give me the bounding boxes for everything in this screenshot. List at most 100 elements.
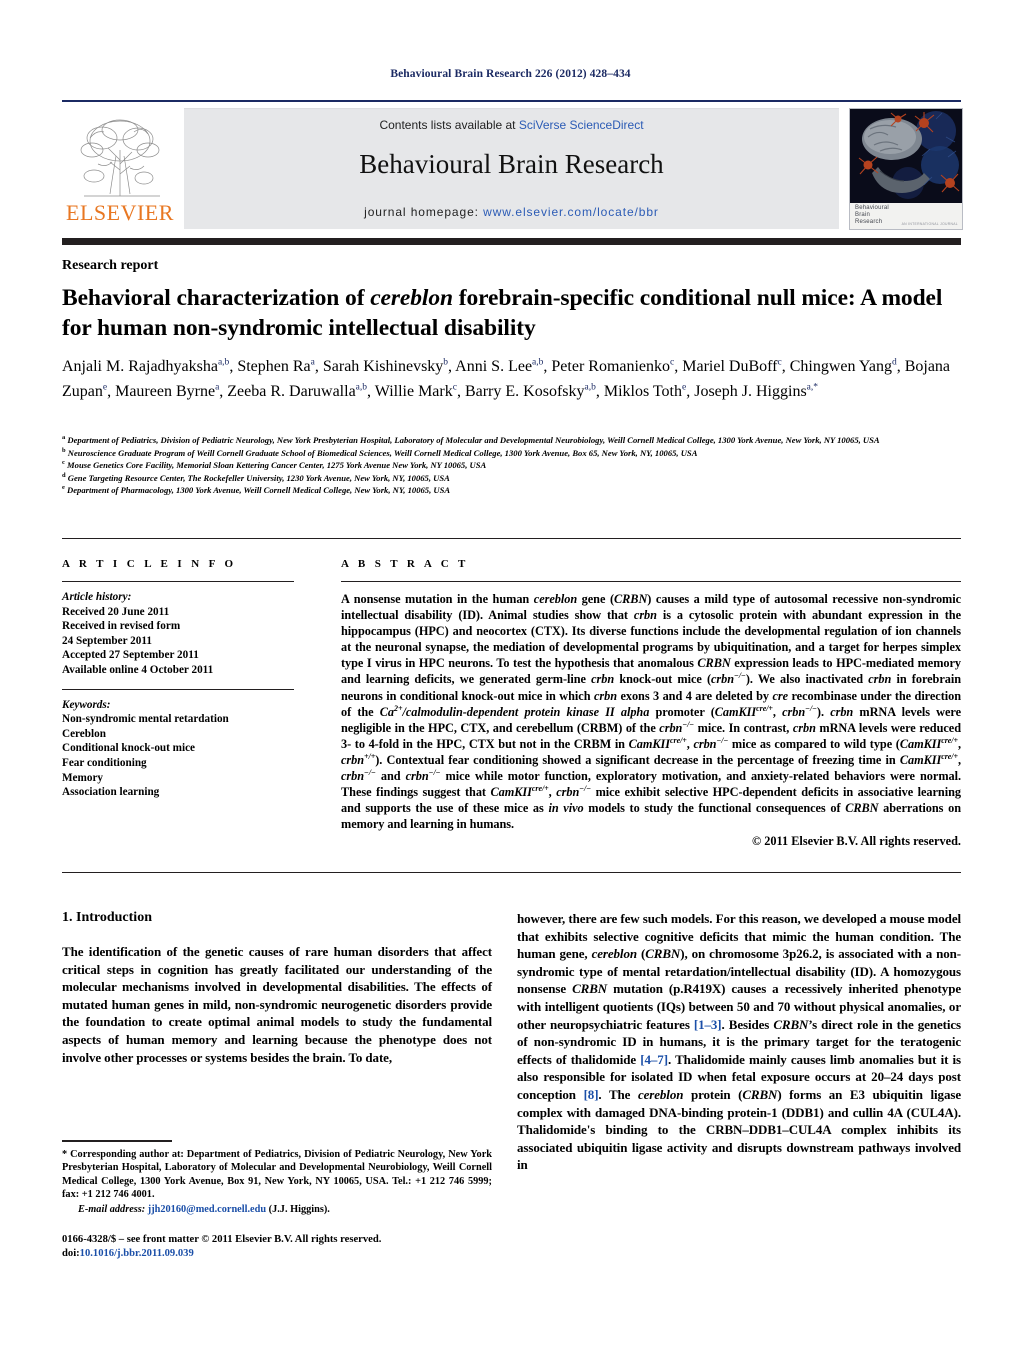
journal-cover-thumbnail: Behavioural Brain Research AN INTERNATIO… (849, 108, 963, 230)
doi-value[interactable]: 10.1016/j.bbr.2011.09.039 (80, 1248, 194, 1259)
doi-line: doi:10.1016/j.bbr.2011.09.039 (62, 1247, 502, 1261)
affiliation-list: a Department of Pediatrics, Division of … (62, 434, 952, 497)
affiliation-item: c Mouse Genetics Core Facility, Memorial… (62, 459, 487, 471)
affiliation-marker: a (62, 434, 66, 442)
author-affiliation-marker: a,b (532, 357, 544, 368)
article-info-divider (62, 581, 294, 582)
author-affiliation-marker: a,* (806, 382, 819, 393)
journal-banner: Contents lists available at SciVerse Sci… (184, 108, 839, 229)
abstract-text: A nonsense mutation in the human cereblo… (341, 592, 962, 832)
author-affiliation-marker: b (443, 357, 449, 368)
article-info-heading: A R T I C L E I N F O (62, 558, 237, 570)
affiliation-item: b Neuroscience Graduate Program of Weill… (62, 446, 698, 458)
homepage-label: journal homepage: (364, 205, 484, 219)
author-affiliation-marker: a,b (217, 357, 230, 368)
masthead-top-rule (62, 100, 961, 102)
title-part-1: Behavioral characterization of (62, 285, 371, 311)
cover-title-line-1: Behavioural (855, 205, 889, 211)
contents-line: Contents lists available at SciVerse Sci… (184, 118, 839, 132)
author-name: Willie Mark (374, 382, 453, 400)
email-line: E-mail address: jjh20160@med.cornell.edu… (62, 1203, 492, 1216)
cover-label-strip: Behavioural Brain Research AN INTERNATIO… (850, 203, 962, 229)
abstract-heading: A B S T R A C T (341, 558, 469, 570)
author-name: Joseph J. Higgins (694, 382, 807, 400)
sciencedirect-link[interactable]: SciVerse ScienceDirect (519, 118, 644, 132)
article-history-items: Received 20 June 2011 Received in revised… (62, 605, 307, 678)
author-affiliation-marker: a,b (355, 382, 368, 393)
author-name: Peter Romanienko (551, 358, 671, 375)
keyword-item: Non-syndromic mental retardation (62, 713, 229, 726)
contents-prefix: Contents lists available at (379, 118, 519, 132)
author-affiliation-marker: e (102, 382, 108, 393)
article-history-item: Available online 4 October 2011 (62, 663, 214, 676)
article-history-item: Received in revised form (62, 620, 181, 633)
article-history-item: 24 September 2011 (62, 634, 152, 647)
elsevier-tree-icon (80, 119, 160, 197)
author-name: Sarah Kishinevsky (322, 358, 444, 375)
author-affiliation-marker: a (310, 357, 315, 368)
brain-neuron-illustration-icon (850, 109, 962, 203)
author-affiliation-marker: d (891, 357, 897, 368)
author-affiliation-marker: c (452, 382, 457, 393)
author-name: Anjali M. Rajadhyaksha (62, 358, 218, 375)
affiliation-item: d Gene Targeting Resource Center, The Ro… (62, 471, 450, 483)
author-name: Miklos Toth (603, 382, 682, 400)
affiliation-marker: b (62, 446, 66, 454)
author-name: Barry E. Kosofsky (464, 382, 585, 400)
introduction-heading: 1. Introduction (62, 910, 152, 925)
info-band-bottom-rule (62, 872, 961, 873)
keyword-item: Association learning (62, 786, 160, 799)
email-link[interactable]: jjh20160@med.cornell.edu (148, 1204, 266, 1215)
author-name: Anni S. Lee (455, 358, 533, 375)
affiliation-marker: e (62, 484, 65, 492)
affiliation-item: a Department of Pediatrics, Division of … (62, 434, 880, 445)
intro-left-column: The identification of the genetic causes… (62, 944, 492, 1065)
cover-title-line-2: Brain (855, 212, 871, 218)
author-affiliation-marker: c (777, 357, 782, 368)
footnote-block: * Corresponding author at: Department of… (62, 1148, 492, 1216)
footnote-rule (62, 1140, 172, 1142)
cover-artwork (850, 109, 962, 203)
author-list: Anjali M. Rajadhyakshaa,b, Stephen Raa, … (62, 357, 951, 400)
info-band-top-rule (62, 538, 961, 539)
keyword-item: Conditional knock-out mice (62, 742, 196, 755)
masthead-bottom-rule (62, 238, 961, 245)
keyword-item: Cereblon (62, 727, 106, 740)
corresponding-author-note: * Corresponding author at: Department of… (62, 1149, 492, 1201)
page-title: Behavioral characterization of cereblon … (62, 283, 952, 343)
author-affiliation-marker: e (682, 382, 687, 393)
email-owner: (J.J. Higgins). (268, 1203, 330, 1215)
article-info-block: A R T I C L E I N F O Article history: R… (62, 558, 307, 800)
author-affiliation-marker: a (215, 382, 220, 393)
article-history-item: Accepted 27 September 2011 (62, 649, 199, 662)
keywords-block: Keywords: Non-syndromic mental retardati… (62, 698, 307, 800)
affiliation-marker: d (62, 471, 66, 479)
citation-link[interactable]: [8] (584, 1087, 599, 1102)
author-affiliation-marker: a,b (584, 382, 596, 393)
journal-title: Behavioural Brain Research (359, 149, 664, 179)
elsevier-wordmark: ELSEVIER (66, 200, 174, 225)
abstract-copyright: © 2011 Elsevier B.V. All rights reserved… (751, 834, 961, 849)
article-section-type: Research report (62, 258, 159, 273)
keywords-divider (62, 688, 294, 690)
article-history-item: Received 20 June 2011 (62, 605, 170, 618)
citation-link[interactable]: [4–7] (640, 1052, 668, 1067)
cover-title-line-3: Research (855, 219, 883, 225)
journal-homepage-line: journal homepage: www.elsevier.com/locat… (184, 205, 839, 219)
cover-journal-title: Behavioural Brain Research (855, 205, 889, 226)
article-history-label: Article history: (62, 591, 132, 603)
abstract-divider (341, 581, 961, 582)
abstract-block: A B S T R A C T A nonsense mutation in t… (341, 558, 961, 849)
author-name: Chingwen Yang (789, 358, 892, 375)
citation-link[interactable]: [1–3] (694, 1017, 722, 1032)
keywords-items: Non-syndromic mental retardation Cereblon… (62, 712, 307, 800)
front-matter-block: 0166-4328/$ – see front matter © 2011 El… (62, 1233, 502, 1261)
keyword-item: Memory (62, 771, 103, 784)
doi-label: doi: (62, 1248, 80, 1259)
affiliation-marker: c (62, 459, 65, 467)
journal-masthead: ELSEVIER Contents lists available at Sci… (62, 100, 963, 232)
keyword-item: Fear conditioning (62, 756, 147, 769)
homepage-url[interactable]: www.elsevier.com/locate/bbr (483, 205, 659, 219)
elsevier-logo: ELSEVIER (64, 108, 176, 228)
affiliation-item: e Department of Pharmacology, 1300 York … (62, 484, 451, 496)
